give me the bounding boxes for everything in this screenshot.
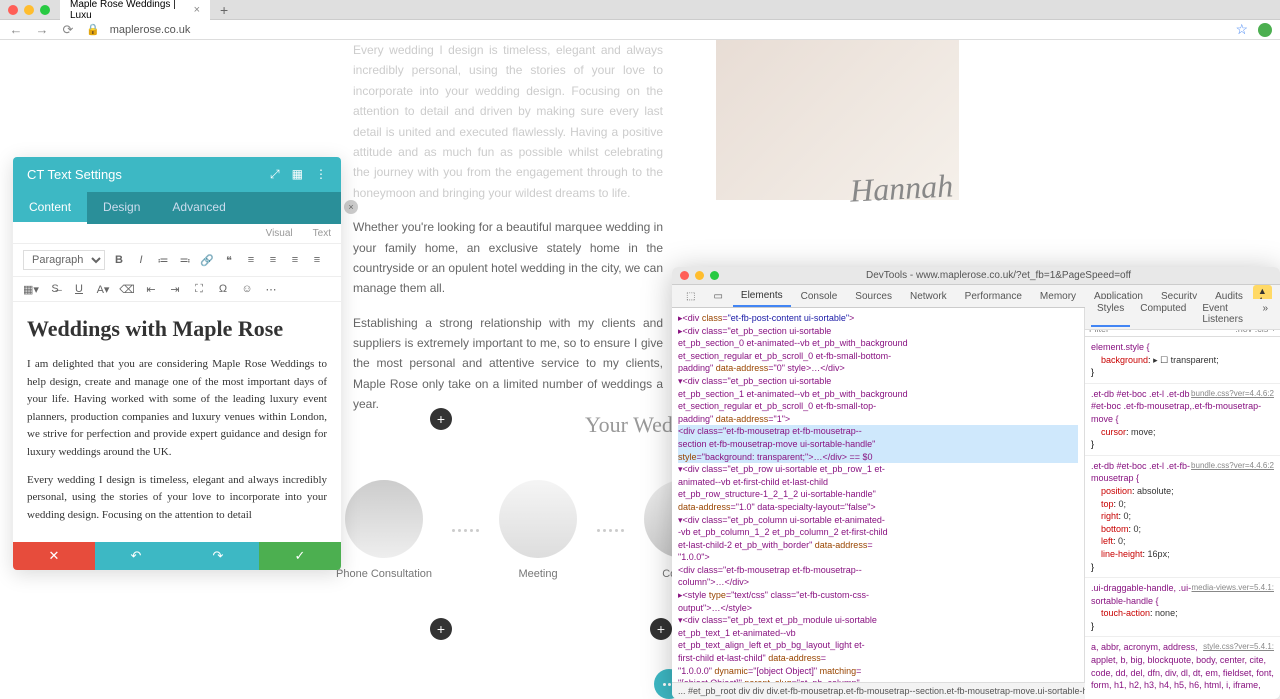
cancel-button[interactable]: ✕ <box>13 542 95 570</box>
forward-button[interactable]: → <box>34 22 50 37</box>
paragraph: Whether you're looking for a beautiful m… <box>353 217 663 299</box>
special-char-icon[interactable]: Ω <box>215 281 231 297</box>
signature: Hannah <box>849 167 954 209</box>
grid-icon[interactable]: ▦ <box>292 167 303 182</box>
extension-icon[interactable] <box>1258 23 1272 37</box>
editor-toolbar: Paragraph B I ≔ ≕ 🔗 ❝ ≡ ≡ ≡ ≡ <box>13 244 341 277</box>
close-icon[interactable] <box>680 271 689 280</box>
breadcrumb[interactable]: ... #et_pb_root div div div.et-fb-mouset… <box>672 682 1085 699</box>
expand-icon[interactable]: ⤢ <box>270 167 280 182</box>
paragraph: Every wedding I design is timeless, eleg… <box>353 40 663 203</box>
styles-tabs: Styles Computed Event Listeners » <box>1085 299 1280 330</box>
device-icon[interactable]: ▭ <box>705 287 730 306</box>
font-color-icon[interactable]: A▾ <box>95 281 111 297</box>
add-section-button[interactable]: + <box>650 618 672 640</box>
bold-icon[interactable]: B <box>111 252 127 268</box>
styles-panel[interactable]: Filter :hov .cls + element.style {backgr… <box>1085 322 1280 692</box>
tab-memory[interactable]: Memory <box>1032 287 1084 306</box>
underline-icon[interactable]: U <box>71 281 87 297</box>
back-button[interactable]: ← <box>8 22 24 37</box>
redo-button[interactable]: ↷ <box>177 542 259 570</box>
devtools-window: DevTools - www.maplerose.co.uk/?et_fb=1&… <box>672 267 1280 699</box>
bookmark-icon[interactable]: ☆ <box>1235 21 1248 38</box>
tab-network[interactable]: Network <box>902 287 955 306</box>
strike-icon[interactable]: S̶ <box>47 281 63 297</box>
list-ol-icon[interactable]: ≕ <box>177 252 193 268</box>
link-icon[interactable]: 🔗 <box>199 252 215 268</box>
indent-icon[interactable]: ⇥ <box>167 281 183 297</box>
close-window-icon[interactable] <box>8 5 18 15</box>
fullscreen-icon[interactable]: ⛶ <box>191 281 207 297</box>
tab-sources[interactable]: Sources <box>847 287 900 306</box>
tab-content[interactable]: Content <box>13 192 87 224</box>
align-left-icon[interactable]: ≡ <box>243 252 259 268</box>
more-icon[interactable]: ⋮ <box>315 167 327 182</box>
quote-icon[interactable]: ❝ <box>221 252 237 268</box>
tab-elements[interactable]: Elements <box>733 286 791 307</box>
circle-label: Meeting <box>518 568 557 580</box>
tab-advanced[interactable]: Advanced <box>156 192 241 224</box>
minimize-window-icon[interactable] <box>24 5 34 15</box>
devtools-title: DevTools - www.maplerose.co.uk/?et_fb=1&… <box>725 270 1272 281</box>
add-section-button[interactable]: + <box>430 408 452 430</box>
save-button[interactable]: ✓ <box>259 542 341 570</box>
text-settings-panel: CT Text Settings ⤢ ▦ ⋮ Content Design Ad… <box>13 157 341 570</box>
panel-tabs: Content Design Advanced <box>13 192 341 224</box>
section-title: Your Wedd <box>585 412 684 438</box>
browser-tab[interactable]: Maple Rose Weddings | Luxu × <box>60 0 210 24</box>
subtab-listeners[interactable]: Event Listeners <box>1196 301 1252 327</box>
new-tab-button[interactable]: + <box>220 2 228 18</box>
editor-paragraph[interactable]: I am delighted that you are considering … <box>27 356 327 462</box>
clear-icon[interactable]: ⌫ <box>119 281 135 297</box>
more-tools-icon[interactable]: ⋯ <box>263 281 279 297</box>
process-circles: Phone Consultation Meeting Contract <box>336 480 722 580</box>
outdent-icon[interactable]: ⇤ <box>143 281 159 297</box>
tab-title: Maple Rose Weddings | Luxu <box>70 0 188 21</box>
subtab-text[interactable]: Text <box>313 228 331 239</box>
italic-icon[interactable]: I <box>133 252 149 268</box>
url-text[interactable]: maplerose.co.uk <box>110 24 1226 36</box>
maximize-icon[interactable] <box>710 271 719 280</box>
panel-footer: ✕ ↶ ↷ ✓ <box>13 542 341 570</box>
circle-image <box>345 480 423 558</box>
lock-icon: 🔒 <box>86 23 100 36</box>
url-bar: ← → ⟳ 🔒 maplerose.co.uk ☆ <box>0 20 1280 40</box>
paragraph: Establishing a strong relationship with … <box>353 313 663 415</box>
align-center-icon[interactable]: ≡ <box>265 252 281 268</box>
align-right-icon[interactable]: ≡ <box>287 252 303 268</box>
tab-performance[interactable]: Performance <box>957 287 1030 306</box>
subtab-computed[interactable]: Computed <box>1134 301 1192 327</box>
minimize-icon[interactable] <box>695 271 704 280</box>
subtab-visual[interactable]: Visual <box>266 228 293 239</box>
elements-tree[interactable]: ▸<div class="et-fb-post-content ui-sorta… <box>672 308 1085 692</box>
page-content: Every wedding I design is timeless, eleg… <box>0 40 1280 699</box>
maximize-window-icon[interactable] <box>40 5 50 15</box>
panel-title: CT Text Settings <box>27 167 122 182</box>
subtab-styles[interactable]: Styles <box>1091 301 1130 327</box>
browser-chrome: Maple Rose Weddings | Luxu × + <box>0 0 1280 20</box>
circle-label: Phone Consultation <box>336 568 432 580</box>
devtools-titlebar[interactable]: DevTools - www.maplerose.co.uk/?et_fb=1&… <box>672 267 1280 285</box>
add-section-button[interactable]: + <box>430 618 452 640</box>
reload-button[interactable]: ⟳ <box>60 22 76 38</box>
tab-console[interactable]: Console <box>793 287 846 306</box>
circle-image <box>499 480 577 558</box>
body-text: Every wedding I design is timeless, eleg… <box>353 40 663 429</box>
editor-heading[interactable]: Weddings with Maple Rose <box>27 316 327 342</box>
list-ul-icon[interactable]: ≔ <box>155 252 171 268</box>
text-editor[interactable]: Weddings with Maple Rose I am delighted … <box>13 302 341 542</box>
align-justify-icon[interactable]: ≡ <box>309 252 325 268</box>
inspect-icon[interactable]: ⬚ <box>678 287 703 306</box>
undo-button[interactable]: ↶ <box>95 542 177 570</box>
emoji-icon[interactable]: ☺ <box>239 281 255 297</box>
table-icon[interactable]: ▦▾ <box>23 281 39 297</box>
close-icon[interactable]: × <box>344 200 358 214</box>
editor-paragraph[interactable]: Every wedding I design is timeless, eleg… <box>27 472 327 525</box>
window-controls <box>8 5 50 15</box>
format-select[interactable]: Paragraph <box>23 250 105 270</box>
tab-design[interactable]: Design <box>87 192 156 224</box>
panel-header[interactable]: CT Text Settings ⤢ ▦ ⋮ <box>13 157 341 192</box>
more-icon[interactable]: » <box>1256 301 1274 327</box>
close-tab-icon[interactable]: × <box>194 4 200 16</box>
